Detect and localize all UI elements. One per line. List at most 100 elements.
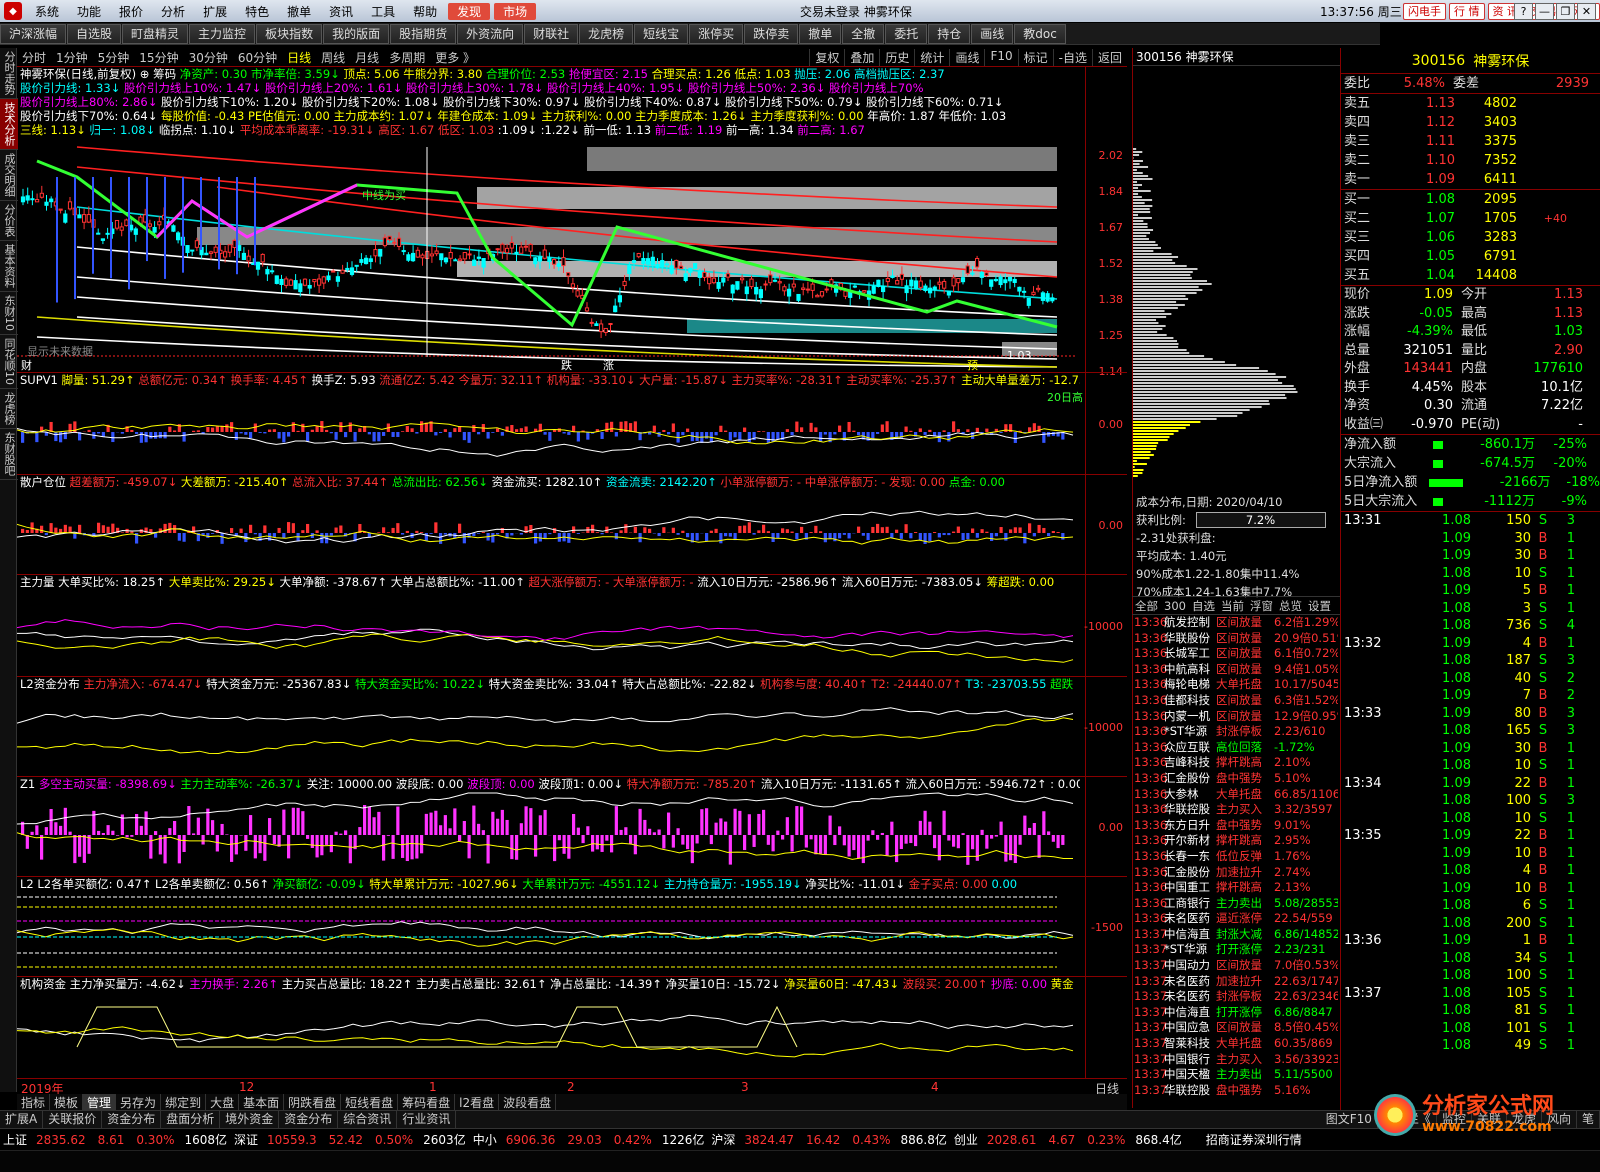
chart-tool-button[interactable]: 统计 bbox=[914, 48, 949, 66]
ticker-row[interactable]: 13:36 佳都科技 区间放量 6.3倍1.52% bbox=[1132, 693, 1340, 709]
help-icon[interactable]: ? bbox=[1514, 2, 1533, 20]
toolbar-button[interactable]: 画线 bbox=[971, 23, 1014, 44]
header-shortcut-button[interactable]: 闪电手 bbox=[1403, 2, 1446, 20]
side-tab[interactable]: 基本资料 bbox=[0, 241, 18, 292]
function-tab[interactable]: 资金分布 bbox=[279, 1111, 339, 1128]
ticker-tab[interactable]: 300 bbox=[1161, 597, 1189, 614]
side-tab[interactable]: 龙虎榜 bbox=[0, 389, 18, 429]
ticker-tab[interactable]: 当前 bbox=[1218, 597, 1247, 614]
toolbar-button[interactable]: 委托 bbox=[885, 23, 928, 44]
toolbar-button[interactable]: 撤单 bbox=[799, 23, 842, 44]
ticker-row[interactable]: 13:36内蒙一机区间放量12.9倍0.95% bbox=[1132, 709, 1340, 725]
menu-item[interactable]: 撤单 bbox=[278, 3, 320, 20]
indicator-template-tab[interactable]: 筹码看盘 bbox=[398, 1094, 456, 1110]
function-tab[interactable]: 资金分布 bbox=[102, 1111, 162, 1128]
toolbar-button[interactable]: 沪深涨幅 bbox=[0, 23, 67, 44]
ticker-tab[interactable]: 自选 bbox=[1189, 597, 1218, 614]
side-tab[interactable]: 同花顺10 bbox=[0, 335, 18, 389]
ticker-row[interactable]: 13:36 长城军工 区间放量 6.1倍0.72% bbox=[1132, 646, 1340, 662]
chart-tool-button[interactable]: 复权 bbox=[809, 48, 844, 66]
ticker-row[interactable]: 13:37 中信海直 封涨大减 6.86/14852 bbox=[1132, 927, 1340, 943]
ticker-row[interactable]: 13:37 中国天楹 主力卖出 5.11/5500 bbox=[1132, 1067, 1340, 1083]
ticker-row[interactable]: 13:36 中航高科 区间放量 9.4倍1.05% bbox=[1132, 662, 1340, 678]
chart-tool-button[interactable]: 画线 bbox=[949, 48, 984, 66]
indicator-template-tab[interactable]: 短线看盘 bbox=[341, 1094, 399, 1110]
indicator-template-tab[interactable]: l2看盘 bbox=[455, 1094, 500, 1110]
ticker-row[interactable]: 13:37 中国动力 区间放量 7.0倍0.53% bbox=[1132, 958, 1340, 974]
toolbar-button[interactable]: 板块指数 bbox=[256, 23, 323, 44]
index-name[interactable]: 创业 bbox=[954, 1131, 978, 1148]
ticker-row[interactable]: 13:36 华联控股 主力买入 3.32/3597 bbox=[1132, 802, 1340, 818]
menu-item[interactable]: 系统 bbox=[26, 3, 68, 20]
toolbar-button[interactable]: 主力监控 bbox=[189, 23, 256, 44]
side-tab[interactable]: 东财10 bbox=[0, 292, 18, 335]
chart-tool-button[interactable]: 返回 bbox=[1091, 48, 1127, 66]
indicator-template-tab[interactable]: 模板 bbox=[50, 1094, 84, 1110]
toolbar-button[interactable]: 股指期货 bbox=[390, 23, 457, 44]
ticker-row[interactable]: 13:36 长春一东 低位反弹 1.76% bbox=[1132, 849, 1340, 865]
period-tab[interactable]: 1分钟 bbox=[51, 49, 93, 66]
period-tab[interactable]: 15分钟 bbox=[134, 49, 183, 66]
side-tab[interactable]: 分价表 bbox=[0, 201, 18, 241]
ticker-row[interactable]: 13:36 吉峰科技 撑杆跳高 2.10% bbox=[1132, 755, 1340, 771]
chart-tool-button[interactable]: 叠加 bbox=[844, 48, 879, 66]
indicator-template-tab[interactable]: 另存为 bbox=[116, 1094, 162, 1110]
indicator-template-tab[interactable]: 管理 bbox=[83, 1094, 117, 1110]
restore-icon[interactable]: ❐ bbox=[1556, 2, 1575, 20]
ticker-row[interactable]: 13:37 智莱科技 大单托盘 60.35/869 bbox=[1132, 1036, 1340, 1052]
minimize-icon[interactable]: — bbox=[1535, 2, 1554, 20]
menu-item[interactable]: 报价 bbox=[110, 3, 152, 20]
toolbar-button[interactable]: 持仓 bbox=[928, 23, 971, 44]
menu-item[interactable]: 特色 bbox=[236, 3, 278, 20]
ticker-row[interactable]: 13:36 东方日升 盘中强势 9.01% bbox=[1132, 818, 1340, 834]
toolbar-button[interactable]: 我的版面 bbox=[323, 23, 390, 44]
toolbar-button[interactable]: 龙虎榜 bbox=[579, 23, 634, 44]
close-icon[interactable]: ✕ bbox=[1577, 2, 1596, 20]
header-shortcut-button[interactable]: 行 情 bbox=[1449, 2, 1485, 20]
ticker-row[interactable]: 13:36 众应互联 高位回落 -1.72% bbox=[1132, 740, 1340, 756]
ticker-row[interactable]: 13:36 开尔新材 撑杆跳高 2.95% bbox=[1132, 833, 1340, 849]
period-tab[interactable]: 60分钟 bbox=[233, 49, 282, 66]
chart-tool-button[interactable]: 标记 bbox=[1017, 48, 1053, 66]
chart-tool-button[interactable]: 历史 bbox=[879, 48, 914, 66]
ticker-row[interactable]: 13:36 汇金股份 盘中强势 5.10% bbox=[1132, 771, 1340, 787]
ticker-row[interactable]: 13:36 航发控制 区间放量 6.2倍1.29% bbox=[1132, 615, 1340, 631]
function-tab[interactable]: 境外资金 bbox=[220, 1111, 280, 1128]
ticker-row[interactable]: 13:36 工商银行 主力卖出 5.08/28553 bbox=[1132, 896, 1340, 912]
indicator-template-tab[interactable]: 波段看盘 bbox=[499, 1094, 557, 1110]
indicator-template-tab[interactable]: 基本面 bbox=[239, 1094, 285, 1110]
function-tab[interactable]: 盘面分析 bbox=[161, 1111, 221, 1128]
period-tab[interactable]: 周线 bbox=[316, 49, 350, 66]
period-tab[interactable]: 更多 》 bbox=[430, 49, 480, 66]
period-tab[interactable]: 分时 bbox=[17, 49, 51, 66]
indicator-template-tab[interactable]: 指标 bbox=[17, 1094, 51, 1110]
ticker-row[interactable]: 13:36 汇金股份 加速拉升 2.74% bbox=[1132, 865, 1340, 881]
ticker-tab[interactable]: 总览 bbox=[1276, 597, 1305, 614]
period-tab[interactable]: 30分钟 bbox=[184, 49, 233, 66]
period-tab[interactable]: 月线 bbox=[350, 49, 384, 66]
period-tab[interactable]: 多周期 bbox=[384, 49, 430, 66]
toolbar-button[interactable]: 自选股 bbox=[67, 23, 122, 44]
ticker-row[interactable]: 13:37 中信海直 打开涨停 6.86/8847 bbox=[1132, 1005, 1340, 1021]
index-name[interactable]: 上证 bbox=[3, 1131, 27, 1148]
index-name[interactable]: 深证 bbox=[234, 1131, 258, 1148]
ticker-row[interactable]: 13:37 华联控股 盘中强势 5.16% bbox=[1132, 1083, 1340, 1099]
menu-item[interactable]: 工具 bbox=[362, 3, 404, 20]
toolbar-button[interactable]: 涨停买 bbox=[689, 23, 744, 44]
ticker-row[interactable]: 13:36 *ST华源 封涨停板 2.23/610 bbox=[1132, 724, 1340, 740]
side-tab[interactable]: 分时走势 bbox=[0, 48, 18, 99]
toolbar-button[interactable]: 短线宝 bbox=[634, 23, 689, 44]
function-tab[interactable]: 关联报价 bbox=[43, 1111, 103, 1128]
ticker-row[interactable]: 13:37未名医药加速拉升22.63/17475 bbox=[1132, 974, 1340, 990]
ticker-row[interactable]: 13:36 中国重工 撑杆跳高 2.13% bbox=[1132, 880, 1340, 896]
toolbar-button[interactable]: 全撤 bbox=[842, 23, 885, 44]
ticker-row[interactable]: 13:36 梅轮电梯 大单托盘 10.17/5045 bbox=[1132, 677, 1340, 693]
menu-item[interactable]: 帮助 bbox=[404, 3, 446, 20]
toolbar-button[interactable]: 教doc bbox=[1014, 23, 1066, 44]
period-tab[interactable]: 5分钟 bbox=[93, 49, 135, 66]
ticker-row[interactable]: 13:37 中国银行 主力买入 3.56/33923 bbox=[1132, 1052, 1340, 1068]
ticker-row[interactable]: 13:36 大参林 大单托盘 66.85/1106 bbox=[1132, 787, 1340, 803]
chart-tool-button[interactable]: -自选 bbox=[1052, 48, 1092, 66]
menu-item-highlight[interactable]: 市场 bbox=[494, 2, 537, 20]
index-name[interactable]: 中小 bbox=[473, 1131, 497, 1148]
